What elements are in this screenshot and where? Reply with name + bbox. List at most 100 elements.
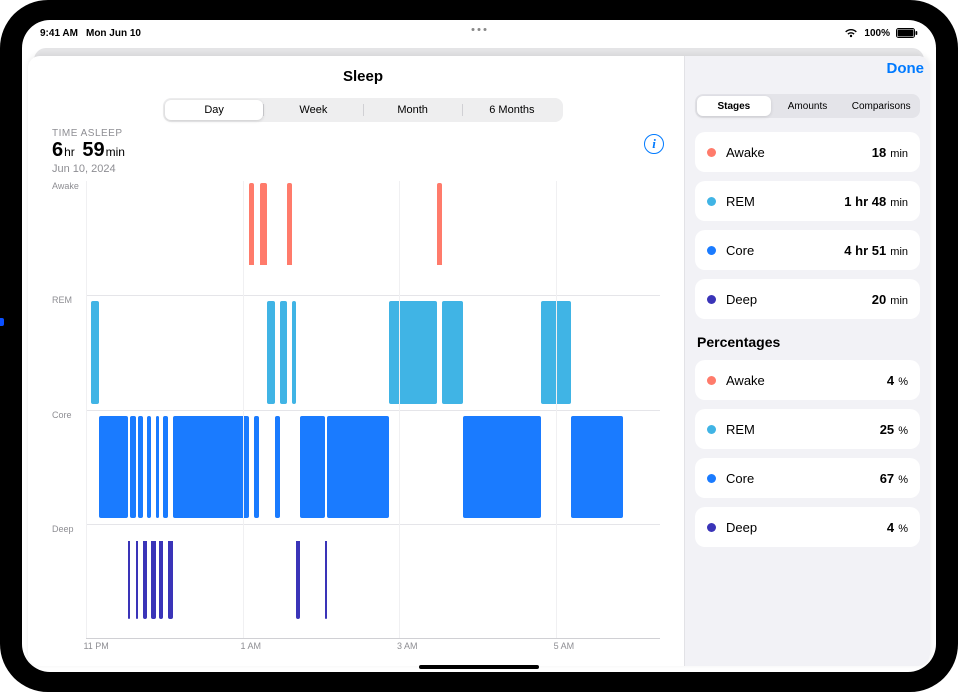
detail-segmented-control[interactable]: StagesAmountsComparisons — [695, 94, 920, 118]
stage-value: 25 % — [880, 422, 908, 437]
range-tab-6-months[interactable]: 6 Months — [463, 100, 561, 120]
sleep-segment-deep[interactable] — [143, 541, 147, 619]
summary-minutes-unit: min — [106, 145, 125, 159]
sleep-segment-awake[interactable] — [437, 183, 442, 265]
range-tab-day[interactable]: Day — [165, 100, 263, 120]
grid-line — [86, 524, 660, 525]
stage-row-awake[interactable]: Awake4 % — [695, 360, 920, 400]
stage-name-label: Core — [726, 471, 880, 486]
stage-name-label: Deep — [726, 292, 872, 307]
sleep-segment-rem[interactable] — [292, 301, 296, 403]
sleep-segment-rem[interactable] — [91, 301, 99, 403]
stage-name-label: REM — [726, 422, 880, 437]
sleep-segment-core[interactable] — [300, 416, 325, 518]
range-segmented-control[interactable]: DayWeekMonth6 Months — [163, 98, 563, 122]
x-gridline — [556, 181, 557, 638]
sleep-segment-awake[interactable] — [249, 183, 254, 265]
sleep-segment-deep[interactable] — [325, 541, 328, 619]
sleep-segment-core[interactable] — [463, 416, 541, 518]
x-tick: 5 AM — [554, 641, 575, 651]
x-tick: 3 AM — [397, 641, 418, 651]
sleep-segment-core[interactable] — [173, 416, 249, 518]
status-time: 9:41 AM — [40, 28, 78, 39]
detail-tab-amounts[interactable]: Amounts — [771, 96, 845, 116]
sleep-segment-core[interactable] — [147, 416, 151, 518]
sleep-segment-core[interactable] — [163, 416, 168, 518]
sleep-segment-core[interactable] — [254, 416, 259, 518]
stage-color-dot — [707, 246, 716, 255]
stage-value: 4 % — [887, 373, 908, 388]
stage-color-dot — [707, 523, 716, 532]
page-title: Sleep — [343, 68, 383, 85]
lane-label-deep: Deep — [52, 524, 74, 534]
sleep-segment-core[interactable] — [571, 416, 623, 518]
sleep-segment-rem[interactable] — [280, 301, 287, 403]
sleep-segment-core[interactable] — [275, 416, 280, 518]
stage-row-core[interactable]: Core67 % — [695, 458, 920, 498]
wifi-icon — [844, 28, 858, 38]
stage-name-label: Deep — [726, 520, 887, 535]
battery-icon — [896, 28, 918, 38]
detail-tab-comparisons[interactable]: Comparisons — [844, 96, 918, 116]
stage-row-awake[interactable]: Awake18 min — [695, 132, 920, 172]
stage-name-label: REM — [726, 194, 844, 209]
stage-row-deep[interactable]: Deep4 % — [695, 507, 920, 547]
sleep-segment-deep[interactable] — [128, 541, 131, 619]
stage-color-dot — [707, 474, 716, 483]
x-gridline — [243, 181, 244, 638]
x-tick: 11 PM — [83, 641, 108, 651]
stage-value: 18 min — [872, 145, 908, 160]
percentages-title: Percentages — [697, 334, 918, 350]
stage-color-dot — [707, 425, 716, 434]
sleep-segment-rem[interactable] — [389, 301, 437, 403]
sleep-segment-core[interactable] — [138, 416, 143, 518]
detail-tab-stages[interactable]: Stages — [697, 96, 771, 116]
stage-row-rem[interactable]: REM1 hr 48 min — [695, 181, 920, 221]
sleep-segment-rem[interactable] — [442, 301, 463, 403]
sleep-chart[interactable]: 11 PM1 AM3 AM5 AM AwakeREMCoreDeep — [52, 181, 674, 656]
stage-name-label: Awake — [726, 373, 887, 388]
sleep-segment-core[interactable] — [130, 416, 135, 518]
sleep-segment-deep[interactable] — [151, 541, 156, 619]
modal-sheet: Sleep DayWeekMonth6 Months TIME ASLEEP 6… — [28, 56, 930, 666]
sleep-segment-deep[interactable] — [296, 541, 300, 619]
sleep-segment-deep[interactable] — [136, 541, 139, 619]
main-panel: Sleep DayWeekMonth6 Months TIME ASLEEP 6… — [28, 56, 684, 666]
device-edge-indicator — [0, 318, 4, 326]
stage-percent-list: Awake4 %REM25 %Core67 %Deep4 % — [695, 360, 920, 556]
stage-row-deep[interactable]: Deep20 min — [695, 279, 920, 319]
stage-value: 67 % — [880, 471, 908, 486]
summary-hours-unit: hr — [64, 145, 75, 159]
grid-line — [86, 295, 660, 296]
sleep-segment-awake[interactable] — [260, 183, 268, 265]
lane-label-core: Core — [52, 410, 72, 420]
stage-color-dot — [707, 197, 716, 206]
info-icon[interactable]: i — [644, 134, 664, 154]
done-button[interactable]: Done — [887, 60, 925, 77]
range-tab-week[interactable]: Week — [264, 100, 362, 120]
sleep-segment-rem[interactable] — [267, 301, 275, 403]
sleep-segment-core[interactable] — [327, 416, 388, 518]
status-battery-pct: 100% — [864, 28, 890, 39]
sleep-segment-deep[interactable] — [168, 541, 173, 619]
sleep-segment-core[interactable] — [156, 416, 159, 518]
stage-value: 4 % — [887, 520, 908, 535]
stage-value: 4 hr 51 min — [844, 243, 908, 258]
stage-row-rem[interactable]: REM25 % — [695, 409, 920, 449]
status-bar: 9:41 AM Mon Jun 10 100% — [22, 20, 936, 42]
multitask-dots[interactable] — [472, 28, 487, 31]
sleep-segment-awake[interactable] — [287, 183, 292, 265]
status-date: Mon Jun 10 — [86, 28, 141, 39]
summary-hours: 6 — [52, 139, 63, 161]
sleep-segment-deep[interactable] — [159, 541, 163, 619]
sleep-segment-core[interactable] — [99, 416, 128, 518]
range-tab-month[interactable]: Month — [364, 100, 462, 120]
stage-value: 1 hr 48 min — [844, 194, 908, 209]
home-indicator[interactable] — [419, 665, 539, 669]
x-gridline — [86, 181, 87, 638]
device-frame: 9:41 AM Mon Jun 10 100% Sleep — [0, 0, 958, 692]
chart-x-axis: 11 PM1 AM3 AM5 AM — [86, 638, 660, 656]
stage-row-core[interactable]: Core4 hr 51 min — [695, 230, 920, 270]
grid-line — [86, 410, 660, 411]
stage-color-dot — [707, 376, 716, 385]
